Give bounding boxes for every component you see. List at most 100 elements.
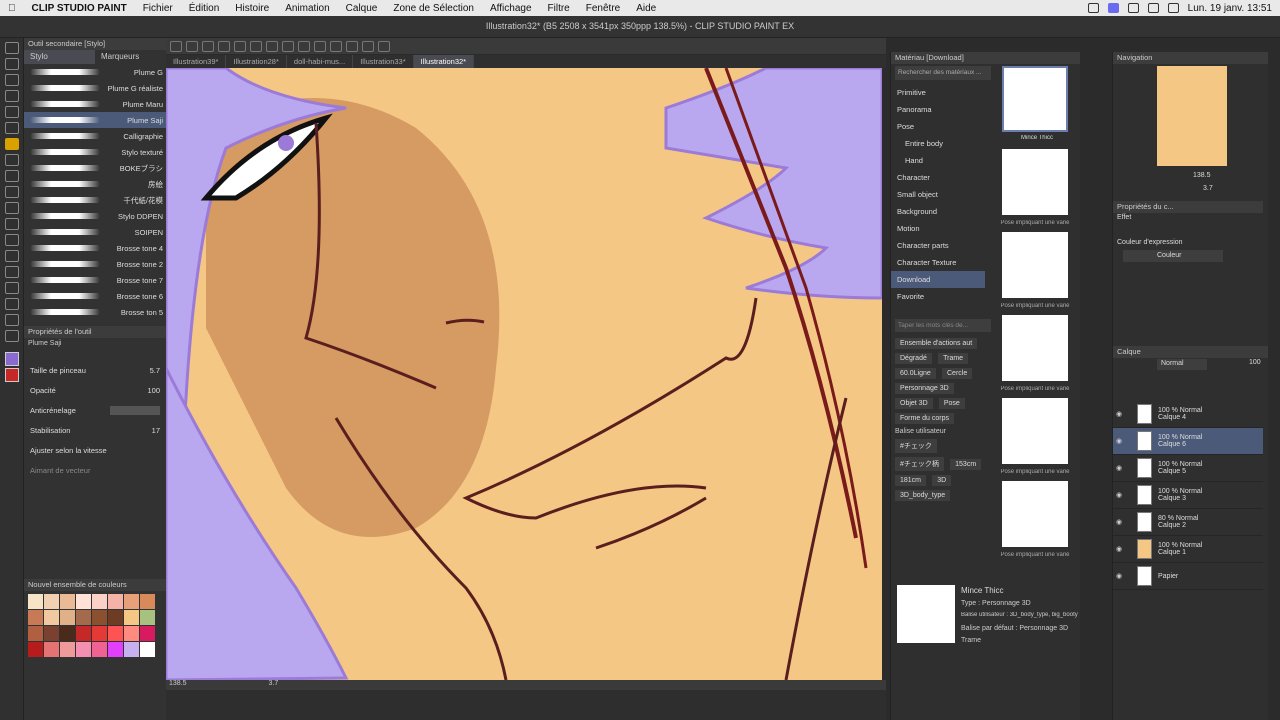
brush-item[interactable]: SOIPEN <box>24 224 166 240</box>
tab-illustration28[interactable]: Illustration28* <box>226 55 287 68</box>
menu-aide[interactable]: Aide <box>628 3 664 14</box>
menu-fenetre[interactable]: Fenêtre <box>578 3 628 14</box>
layer-row-selected[interactable]: ◉ 100 % Normal Calque 6 <box>1113 428 1263 455</box>
figure-tool-icon[interactable] <box>5 250 19 262</box>
tag[interactable]: 60.0Ligne <box>895 368 936 379</box>
color-swatch[interactable] <box>60 642 75 657</box>
brush-item[interactable]: BOKEブラシ <box>24 160 166 176</box>
size-value[interactable]: 5.7 <box>150 366 160 375</box>
tab-doll[interactable]: doll-habi-mus... <box>287 55 354 68</box>
angle-readout[interactable]: 3.7 <box>268 680 278 687</box>
color-swatch[interactable] <box>28 610 43 625</box>
layer-row[interactable]: ◉ Papier <box>1113 563 1263 590</box>
tab-illustration39[interactable]: Illustration39* <box>166 55 227 68</box>
zoom-readout[interactable]: 138.5 <box>169 680 187 687</box>
selection-tool-icon[interactable] <box>5 90 19 102</box>
drawing-canvas[interactable] <box>166 68 882 680</box>
expression-select[interactable]: Couleur <box>1123 250 1223 262</box>
tag[interactable]: Trame <box>938 353 969 364</box>
color-swatch[interactable] <box>44 594 59 609</box>
eye-icon[interactable]: ◉ <box>1113 491 1125 499</box>
sub-color-swatch[interactable] <box>5 368 19 382</box>
cat-hand[interactable]: Hand <box>891 152 985 169</box>
color-swatch[interactable] <box>44 642 59 657</box>
color-swatch[interactable] <box>60 626 75 641</box>
cat-entire-body[interactable]: Entire body <box>891 135 985 152</box>
redo-icon[interactable] <box>234 40 246 52</box>
color-swatch[interactable] <box>140 610 155 625</box>
detail-trame[interactable]: Trame <box>961 637 981 644</box>
eye-icon[interactable]: ◉ <box>1113 572 1125 580</box>
text-tool-icon[interactable] <box>5 282 19 294</box>
eraser-tool-icon[interactable] <box>5 202 19 214</box>
operation-tool-icon[interactable] <box>5 74 19 86</box>
new-icon[interactable] <box>170 40 182 52</box>
menu-affichage[interactable]: Affichage <box>482 3 540 14</box>
menu-histoire[interactable]: Histoire <box>227 3 277 14</box>
material-thumb[interactable]: Pose impliquant une varié <box>1000 315 1070 392</box>
ruler-icon[interactable] <box>346 40 358 52</box>
airbrush-tool-icon[interactable] <box>5 186 19 198</box>
layer-row[interactable]: ◉ 100 % Normal Calque 5 <box>1113 455 1263 482</box>
layer-row[interactable]: ◉ 80 % Normal Calque 2 <box>1113 509 1263 536</box>
brush-item[interactable]: Brosse tone 6 <box>24 288 166 304</box>
color-swatch[interactable] <box>140 594 155 609</box>
color-swatch[interactable] <box>60 594 75 609</box>
eye-icon[interactable]: ◉ <box>1113 410 1125 418</box>
tag[interactable]: Cercle <box>942 368 973 379</box>
color-swatch[interactable] <box>92 642 107 657</box>
brush-item[interactable]: Brosse tone 2 <box>24 256 166 272</box>
material-thumb[interactable]: Pose impliquant une varié <box>1000 398 1070 475</box>
menu-calque[interactable]: Calque <box>338 3 386 14</box>
material-thumb[interactable]: Mince Thicc <box>1002 66 1068 141</box>
color-swatch[interactable] <box>28 626 43 641</box>
brush-item[interactable]: 房絵 <box>24 176 166 192</box>
deselect-icon[interactable] <box>298 40 310 52</box>
cat-character[interactable]: Character <box>891 169 985 186</box>
tag[interactable]: #チェック <box>895 439 937 453</box>
correct-line-tool-icon[interactable] <box>5 330 19 342</box>
eye-icon[interactable]: ◉ <box>1113 464 1125 472</box>
color-swatch[interactable] <box>76 626 91 641</box>
menu-edition[interactable]: Édition <box>181 3 228 14</box>
gradient-tool-icon[interactable] <box>5 234 19 246</box>
save-icon[interactable] <box>202 40 214 52</box>
menu-fichier[interactable]: Fichier <box>135 3 181 14</box>
color-swatch[interactable] <box>124 610 139 625</box>
status-icon[interactable] <box>1087 3 1099 13</box>
color-swatch[interactable] <box>76 642 91 657</box>
color-swatch[interactable] <box>92 610 107 625</box>
clear-icon[interactable] <box>250 40 262 52</box>
tag[interactable]: 181cm <box>895 475 927 486</box>
antialias-selector[interactable] <box>110 405 160 415</box>
search-icon[interactable] <box>1167 3 1179 13</box>
tab-marqueurs[interactable]: Marqueurs <box>95 50 166 64</box>
battery-icon[interactable] <box>1127 3 1139 13</box>
zoom-tool-icon[interactable] <box>5 42 19 54</box>
pen-tool-icon[interactable] <box>5 138 19 150</box>
speed-checkbox[interactable]: Ajuster selon la vitesse <box>30 446 107 455</box>
tag[interactable]: 153cm <box>950 459 982 470</box>
cat-favorite[interactable]: Favorite <box>891 288 985 305</box>
invert-icon[interactable] <box>314 40 326 52</box>
frame-tool-icon[interactable] <box>5 266 19 278</box>
cat-pose[interactable]: Pose <box>891 118 985 135</box>
color-swatch[interactable] <box>28 594 43 609</box>
brush-item[interactable]: Calligraphie <box>24 128 166 144</box>
tag[interactable]: Ensemble d'actions aut <box>895 338 978 349</box>
select-all-icon[interactable] <box>282 40 294 52</box>
tab-illustration32[interactable]: Illustration32* <box>413 55 475 68</box>
brush-item[interactable]: 千代紙/花模 <box>24 192 166 208</box>
nav-zoom[interactable]: 138.5 <box>1193 172 1211 179</box>
open-icon[interactable] <box>186 40 198 52</box>
brush-item[interactable]: Stylo DDPEN <box>24 208 166 224</box>
auto-select-tool-icon[interactable] <box>5 106 19 118</box>
snap-icon[interactable] <box>330 40 342 52</box>
color-swatch[interactable] <box>124 594 139 609</box>
navigator-preview[interactable] <box>1157 66 1227 166</box>
opacity-value[interactable]: 100 <box>147 386 160 395</box>
brush-item[interactable]: Stylo texturé <box>24 144 166 160</box>
color-swatch[interactable] <box>108 642 123 657</box>
eye-icon[interactable]: ◉ <box>1113 518 1125 526</box>
layer-row[interactable]: ◉ 100 % Normal Calque 1 <box>1113 536 1263 563</box>
